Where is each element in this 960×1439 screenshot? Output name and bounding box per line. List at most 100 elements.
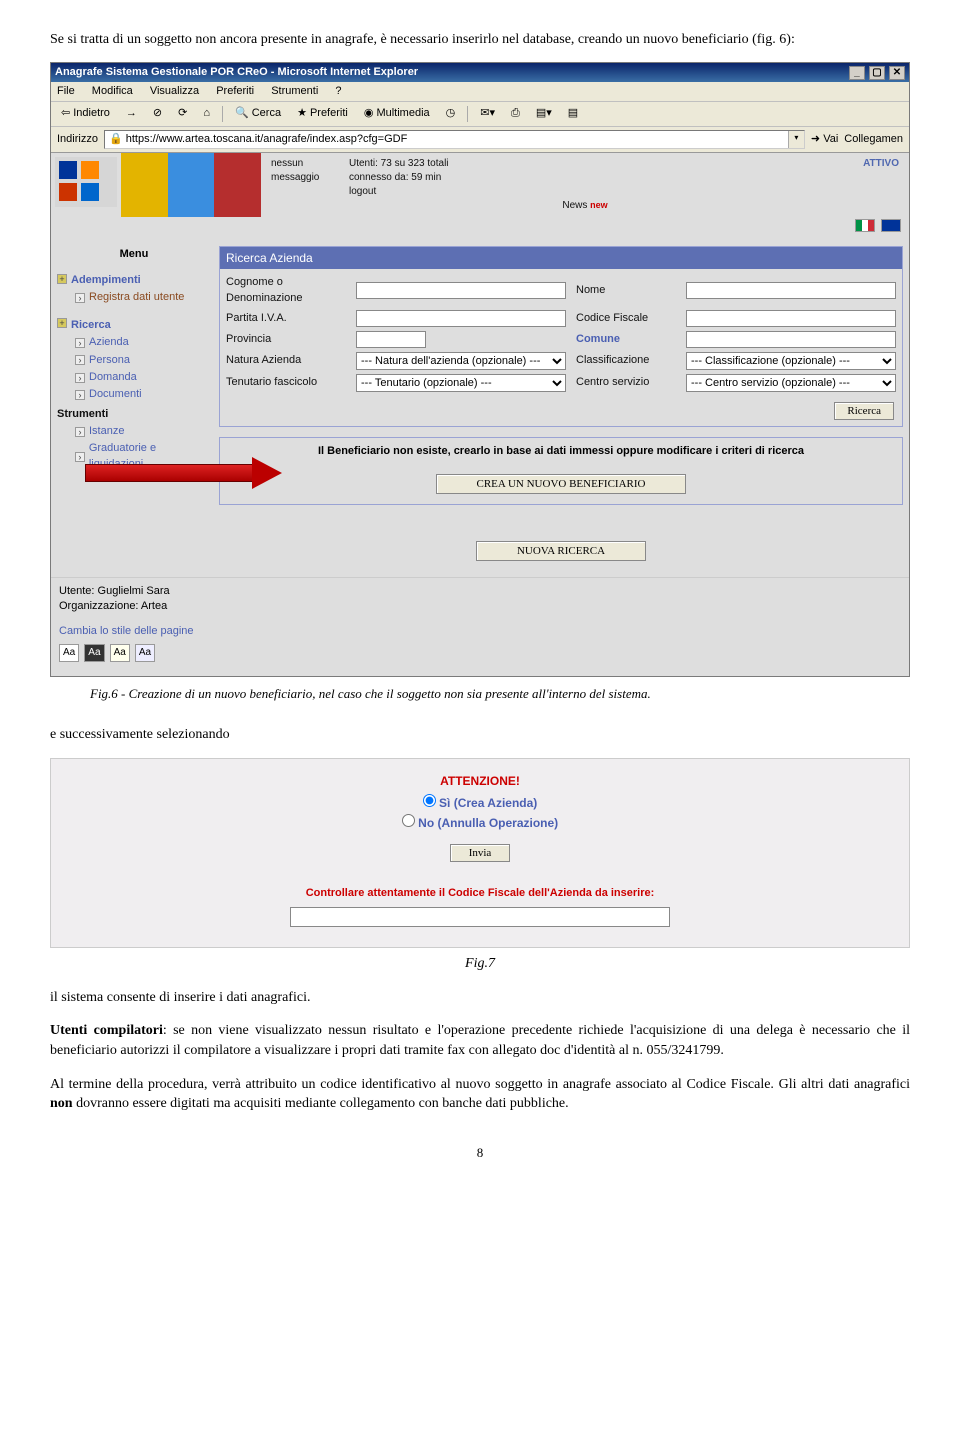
label-provincia: Provincia — [226, 332, 346, 347]
sidebar-section-strumenti[interactable]: Strumenti — [57, 407, 108, 422]
maximize-button[interactable]: ▢ — [869, 66, 885, 80]
style-option-3[interactable]: Aa — [110, 644, 130, 662]
history-button[interactable]: ◷ — [442, 105, 460, 122]
input-comune[interactable] — [686, 331, 896, 348]
stop-button[interactable]: ⊘ — [149, 105, 166, 122]
msg-label-2: messaggio — [271, 171, 341, 185]
item-icon: › — [75, 390, 85, 400]
forward-button[interactable]: → — [122, 105, 141, 122]
top-banner: nessun messaggio Utenti: 73 su 323 total… — [51, 153, 909, 217]
address-input[interactable]: 🔒 https://www.artea.toscana.it/anagrafe/… — [104, 130, 805, 149]
news-label: News — [562, 200, 587, 211]
fig7-dialog: ATTENZIONE! Sì (Crea Azienda) No (Annull… — [50, 758, 910, 948]
sidebar-section-adempimenti[interactable]: Adempimenti — [71, 273, 141, 288]
item-icon: › — [75, 293, 85, 303]
annotation-arrow-icon — [20, 457, 290, 489]
select-classificazione[interactable]: --- Classificazione (opzionale) --- — [686, 352, 896, 370]
links-label[interactable]: Collegamen — [844, 132, 903, 147]
user-org: Organizzazione: Artea — [59, 599, 901, 614]
media-button[interactable]: ◉ Multimedia — [360, 105, 434, 122]
mail-button[interactable]: ✉▾ — [476, 105, 499, 122]
invia-button[interactable]: Invia — [450, 844, 511, 862]
discuss-button[interactable]: ▤ — [564, 105, 582, 122]
create-beneficiary-button[interactable]: CREA UN NUOVO BENEFICIARIO — [436, 474, 687, 494]
result-panel: Il Beneficiario non esiste, crearlo in b… — [219, 437, 903, 504]
text-after-fig6: e successivamente selezionando — [50, 725, 910, 745]
sidebar-item-domanda[interactable]: Domanda — [89, 370, 137, 385]
window-controls: _ ▢ ✕ — [848, 65, 905, 80]
label-cf: Codice Fiscale — [576, 311, 676, 326]
sidebar-item-persona[interactable]: Persona — [89, 353, 130, 368]
input-piva[interactable] — [356, 310, 566, 327]
paragraph-2: Utenti compilatori: se non viene visuali… — [50, 1021, 910, 1060]
content-area: Ricerca Azienda Cognome o Denominazione … — [217, 240, 909, 577]
paragraph-1: il sistema consente di inserire i dati a… — [50, 988, 910, 1008]
expand-icon[interactable]: + — [57, 274, 67, 284]
logout-link[interactable]: logout — [349, 185, 449, 199]
menu-favorites[interactable]: Preferiti — [216, 85, 254, 97]
menu-file[interactable]: File — [57, 85, 75, 97]
style-label: Cambia lo stile delle pagine — [59, 624, 901, 639]
input-cf[interactable] — [686, 310, 896, 327]
label-natura: Natura Azienda — [226, 353, 346, 368]
sidebar: Menu +Adempimenti ›Registra dati utente … — [51, 240, 217, 494]
label-comune: Comune — [576, 332, 676, 347]
status-badge: ATTIVO — [863, 157, 899, 171]
attention-heading: ATTENZIONE! — [51, 773, 909, 790]
edit-button[interactable]: ▤▾ — [532, 105, 556, 122]
ricerca-button[interactable]: Ricerca — [834, 402, 894, 420]
menu-view[interactable]: Visualizza — [150, 85, 199, 97]
favorites-button[interactable]: ★ Preferiti — [293, 105, 352, 122]
menu-edit[interactable]: Modifica — [92, 85, 133, 97]
print-button[interactable]: ⎙ — [507, 105, 524, 122]
input-provincia[interactable] — [356, 331, 426, 348]
radio-no[interactable] — [402, 814, 415, 827]
page-content: nessun messaggio Utenti: 73 su 323 total… — [51, 153, 909, 676]
label-classificazione: Classificazione — [576, 353, 676, 368]
go-button[interactable]: ➜ Vai — [811, 132, 838, 147]
item-icon: › — [75, 338, 85, 348]
figure6-caption: Fig.6 - Creazione di un nuovo beneficiar… — [90, 685, 910, 703]
menu-tools[interactable]: Strumenti — [271, 85, 318, 97]
item-icon: › — [75, 427, 85, 437]
minimize-button[interactable]: _ — [849, 66, 865, 80]
user-name: Utente: Guglielmi Sara — [59, 584, 901, 599]
sidebar-item-registra[interactable]: Registra dati utente — [89, 290, 184, 305]
address-dropdown-arrow[interactable]: ▾ — [788, 131, 804, 148]
cf-input[interactable] — [290, 907, 670, 927]
style-option-1[interactable]: Aa — [59, 644, 79, 662]
search-button[interactable]: 🔍 Cerca — [231, 105, 285, 122]
flag-italy-icon — [855, 219, 875, 232]
sidebar-item-azienda[interactable]: Azienda — [89, 335, 129, 350]
back-button[interactable]: ⇦ Indietro — [57, 105, 114, 122]
new-search-button[interactable]: NUOVA RICERCA — [476, 541, 646, 561]
ie-addressbar: Indirizzo 🔒 https://www.artea.toscana.it… — [51, 127, 909, 153]
radio-yes[interactable] — [423, 794, 436, 807]
label-yes: Sì (Crea Azienda) — [439, 796, 537, 810]
menu-help[interactable]: ? — [335, 85, 341, 97]
home-button[interactable]: ⌂ — [199, 105, 214, 122]
label-centro: Centro servizio — [576, 375, 676, 390]
style-option-2[interactable]: Aa — [84, 644, 104, 662]
sidebar-section-ricerca[interactable]: Ricerca — [71, 318, 111, 333]
close-button[interactable]: ✕ — [889, 66, 905, 80]
refresh-button[interactable]: ⟳ — [174, 105, 191, 122]
search-panel: Ricerca Azienda Cognome o Denominazione … — [219, 246, 903, 428]
select-centro[interactable]: --- Centro servizio (opzionale) --- — [686, 374, 896, 392]
sidebar-item-documenti[interactable]: Documenti — [89, 387, 142, 402]
input-cognome[interactable] — [356, 282, 566, 299]
flag-eu-icon — [881, 219, 901, 232]
select-natura[interactable]: --- Natura dell'azienda (opzionale) --- — [356, 352, 566, 370]
sidebar-item-istanze[interactable]: Istanze — [89, 424, 124, 439]
address-url: https://www.artea.toscana.it/anagrafe/in… — [126, 133, 408, 145]
result-message: Il Beneficiario non esiste, crearlo in b… — [226, 444, 896, 459]
user-footer: Utente: Guglielmi Sara Organizzazione: A… — [51, 577, 909, 676]
connection-time: connesso da: 59 min — [349, 171, 449, 185]
ie-window: Anagrafe Sistema Gestionale POR CReO - M… — [50, 62, 910, 677]
select-tenutario[interactable]: --- Tenutario (opzionale) --- — [356, 374, 566, 392]
expand-icon[interactable]: + — [57, 318, 67, 328]
app-logo — [55, 157, 117, 207]
label-tenutario: Tenutario fascicolo — [226, 375, 346, 390]
input-nome[interactable] — [686, 282, 896, 299]
style-option-4[interactable]: Aa — [135, 644, 155, 662]
